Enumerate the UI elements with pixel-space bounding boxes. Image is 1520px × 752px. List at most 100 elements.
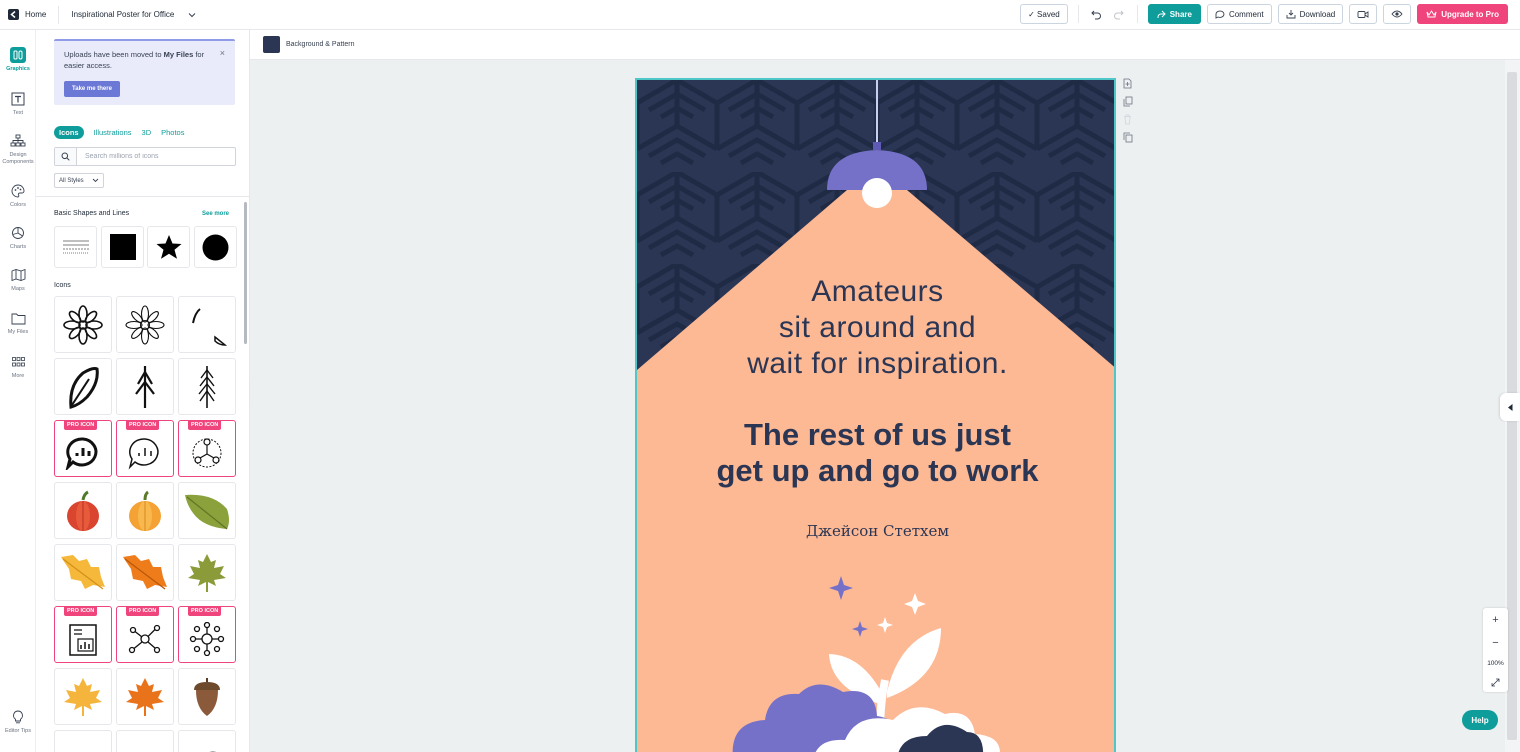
rail-item-graphics[interactable]: Graphics <box>0 47 36 73</box>
chat-analytics-icon <box>65 436 101 470</box>
icon-tile[interactable] <box>178 544 236 601</box>
divider <box>36 196 249 197</box>
background-pattern-label[interactable]: Background & Pattern <box>286 41 355 48</box>
star-shape-tile[interactable] <box>147 226 190 268</box>
icon-tile[interactable] <box>116 358 174 415</box>
duplicate-page-icon[interactable] <box>1123 96 1137 107</box>
tab-icons[interactable]: Icons <box>54 126 84 139</box>
daisy-icon <box>125 304 165 345</box>
panel-scrollbar[interactable] <box>244 202 247 344</box>
search-input[interactable] <box>77 153 227 160</box>
icon-tile[interactable] <box>54 358 112 415</box>
share-button[interactable]: Share <box>1147 4 1201 24</box>
icon-tile[interactable] <box>116 668 174 725</box>
pro-icon-tile[interactable]: PRO ICON <box>54 606 112 663</box>
video-camera-icon <box>1357 10 1369 19</box>
icon-tile[interactable] <box>116 730 174 752</box>
square-icon <box>109 234 136 260</box>
rail-item-charts[interactable]: Charts <box>0 225 36 251</box>
eye-icon <box>1391 10 1403 18</box>
tab-illustrations[interactable]: Illustrations <box>94 128 132 137</box>
upgrade-to-pro-button[interactable]: Upgrade to Pro <box>1417 4 1508 24</box>
rail-item-design-components[interactable]: Design Components <box>0 133 36 166</box>
zoom-controls: + − 100% <box>1483 608 1508 692</box>
tab-3d[interactable]: 3D <box>142 128 152 137</box>
circle-shape-tile[interactable] <box>194 226 237 268</box>
pro-icon-tile[interactable]: PRO ICON <box>116 606 174 663</box>
delete-page-icon[interactable] <box>1123 114 1137 125</box>
styles-dropdown[interactable]: All Styles <box>54 173 104 188</box>
zoom-out-button[interactable]: − <box>1492 637 1498 649</box>
saved-button[interactable]: ✓ Saved <box>1020 4 1068 24</box>
home-button[interactable]: Home <box>0 0 46 30</box>
icon-tile[interactable] <box>54 544 112 601</box>
fit-to-screen-icon[interactable] <box>1491 678 1500 687</box>
square-shape-tile[interactable] <box>101 226 144 268</box>
background-color-swatch[interactable] <box>263 36 280 53</box>
document-title-dropdown[interactable]: Inspirational Poster for Office <box>71 10 196 19</box>
poster-page[interactable]: Amateurs sit around and wait for inspira… <box>635 78 1116 752</box>
lines-shape-tile[interactable] <box>54 226 97 268</box>
chevron-down-icon <box>188 12 196 18</box>
icon-tile[interactable] <box>116 482 174 539</box>
rail-item-my-files[interactable]: My Files <box>0 310 36 336</box>
quote-emphasis[interactable]: The rest of us just get up and go to wor… <box>637 417 1114 489</box>
pro-icon-tile[interactable]: PRO ICON <box>54 420 112 477</box>
icon-tile[interactable] <box>54 668 112 725</box>
icon-tile[interactable] <box>54 730 112 752</box>
icon-tile[interactable] <box>54 296 112 353</box>
comment-button[interactable]: Comment <box>1206 4 1272 24</box>
rail-label: Text <box>12 110 24 116</box>
icon-tile[interactable] <box>116 544 174 601</box>
team-network-icon <box>189 436 225 470</box>
take-me-there-button[interactable]: Take me there <box>64 81 120 97</box>
icon-tile[interactable] <box>178 482 236 539</box>
pro-icon-tile[interactable]: PRO ICON <box>178 606 236 663</box>
tab-photos[interactable]: Photos <box>161 128 184 137</box>
copy-page-icon[interactable] <box>1123 132 1137 143</box>
icon-tile[interactable] <box>178 296 236 353</box>
pro-badge: PRO ICON <box>64 607 98 616</box>
map-icon <box>10 267 26 283</box>
icon-tile[interactable] <box>178 358 236 415</box>
add-page-icon[interactable] <box>1123 78 1137 89</box>
search-icon[interactable] <box>55 148 77 165</box>
circle-icon <box>202 234 229 261</box>
rail-item-editor-tips[interactable]: Editor Tips <box>0 709 36 735</box>
green-leaf-icon <box>183 491 231 531</box>
redo-icon[interactable] <box>1111 4 1127 24</box>
preview-button[interactable] <box>1383 4 1412 24</box>
collapse-right-panel-button[interactable] <box>1500 393 1520 421</box>
quote-text[interactable]: Amateurs sit around and wait for inspira… <box>637 274 1114 382</box>
chart-icon <box>10 225 26 241</box>
rail-item-maps[interactable]: Maps <box>0 267 36 293</box>
undo-icon[interactable] <box>1089 4 1105 24</box>
pro-badge: PRO ICON <box>64 421 98 430</box>
icon-tile[interactable] <box>178 730 236 752</box>
help-button[interactable]: Help <box>1462 710 1498 730</box>
zoom-in-button[interactable]: + <box>1492 614 1498 626</box>
comment-label: Comment <box>1228 9 1264 19</box>
crown-icon <box>1426 10 1437 18</box>
icon-tile[interactable] <box>54 482 112 539</box>
rail-item-text[interactable]: Text <box>0 91 36 117</box>
pro-icon-tile[interactable]: PRO ICON <box>178 420 236 477</box>
close-icon[interactable]: × <box>220 48 225 58</box>
rail-label: My Files <box>7 329 29 335</box>
download-button[interactable]: Download <box>1277 4 1344 24</box>
top-bar: Home Inspirational Poster for Office ✓ S… <box>0 0 1520 30</box>
rail-label: Editor Tips <box>5 728 31 734</box>
pro-icon-tile[interactable]: PRO ICON <box>116 420 174 477</box>
feather-leaf-icon <box>63 365 103 409</box>
divider <box>58 5 60 24</box>
see-more-link[interactable]: See more <box>202 211 229 217</box>
star-icon <box>156 234 182 260</box>
icon-tile[interactable] <box>116 296 174 353</box>
icon-tile[interactable] <box>178 668 236 725</box>
present-video-button[interactable] <box>1349 4 1378 24</box>
rail-item-colors[interactable]: Colors <box>0 183 36 209</box>
leaf-stroke-icon <box>185 303 229 347</box>
quote-author[interactable]: Джейсон Стетхем <box>637 522 1114 540</box>
zoom-level[interactable]: 100% <box>1487 660 1504 667</box>
rail-item-more[interactable]: More <box>0 354 36 380</box>
